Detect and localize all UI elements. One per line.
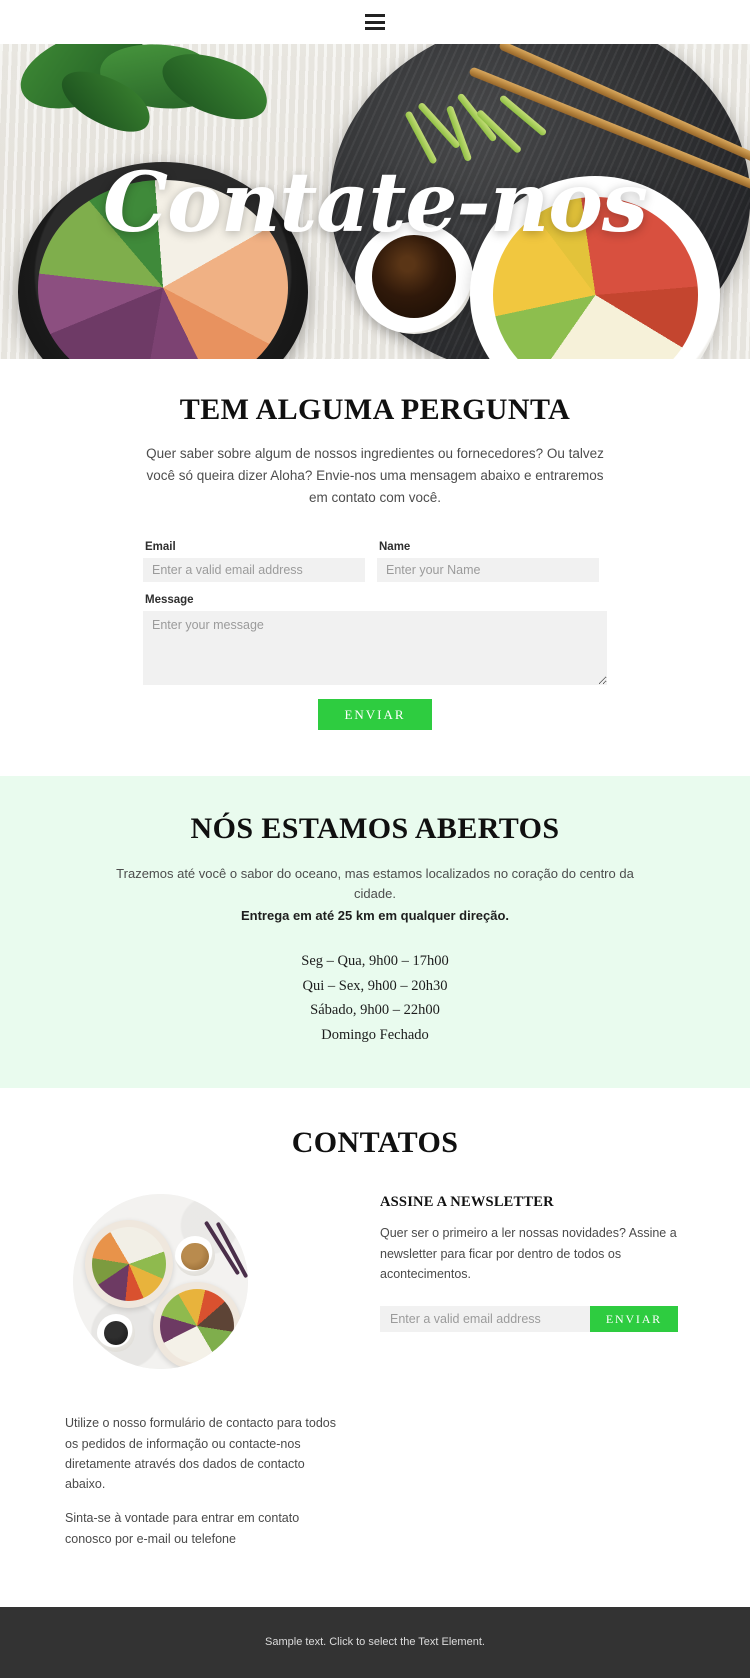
newsletter-description: Quer ser o primeiro a ler nossas novidad… [380,1226,677,1281]
hours-item: Qui – Sex, 9h00 – 20h30 [302,977,448,994]
question-section: TEM ALGUMA PERGUNTA Quer saber sobre alg… [0,359,750,777]
newsletter-submit-button[interactable]: ENVIAR [589,1306,678,1333]
email-label: Email [145,540,176,553]
open-heading: NÓS ESTAMOS ABERTOS [190,812,560,846]
contact-form: Email Name Message ENVIAR [143,541,607,731]
contacts-columns: Utilize o nosso formulário de contacto p… [65,1194,685,1563]
hamburger-menu-icon[interactable] [365,14,385,30]
name-input[interactable] [377,557,599,582]
page-root: Contate-nos TEM ALGUMA PERGUNTA Quer sab… [0,0,750,1678]
contact-submit-button[interactable]: ENVIAR [318,698,432,731]
name-field-group: Name [377,541,599,582]
contacts-left-column: Utilize o nosso formulário de contacto p… [65,1194,340,1563]
poke-bowls-photo [73,1194,248,1370]
newsletter-column: ASSINE A NEWSLETTER Quer ser o primeiro … [380,1194,685,1563]
question-heading: TEM ALGUMA PERGUNTA [179,393,571,426]
hours-item: Seg – Qua, 9h00 – 17h00 [301,952,449,969]
newsletter-email-input[interactable] [380,1306,590,1333]
monstera-leaf-icon [153,44,277,134]
poke-bowl [85,1220,173,1309]
footer-sample-text[interactable]: Sample text. Click to select the Text El… [265,1636,485,1648]
hero-title: Contate-nos [102,155,648,251]
email-field-group: Email [143,541,365,582]
submit-button-wrapper: ENVIAR [143,698,607,731]
form-row-email-name: Email Name [143,541,607,582]
hours-item: Sábado, 9h00 – 22h00 [310,1002,440,1019]
hamburger-bar [365,20,385,24]
page-footer: Sample text. Click to select the Text El… [0,1606,750,1678]
contacts-heading: CONTATOS [291,1126,459,1160]
name-label: Name [379,540,411,553]
hero-banner: Contate-nos [0,44,750,359]
contacts-paragraph-2: Sinta-se à vontade para entrar em contat… [65,1511,300,1546]
hours-list: Seg – Qua, 9h00 – 17h00 Qui – Sex, 9h00 … [0,949,750,1049]
hours-item: Domingo Fechado [321,1027,429,1044]
message-textarea[interactable] [143,610,607,685]
delivery-note: Entrega em até 25 km em qualquer direção… [240,908,510,924]
monstera-leaf-icon [52,57,160,145]
hamburger-bar [365,27,385,30]
newsletter-heading: ASSINE A NEWSLETTER [380,1194,554,1211]
contacts-section: CONTATOS Utilize o nosso formulário de c… [0,1088,750,1607]
hamburger-bar [365,14,385,17]
email-input[interactable] [143,557,365,582]
message-field-group: Message [143,594,607,685]
open-description: Trazemos até você o sabor do oceano, mas… [116,866,634,902]
message-label: Message [145,593,194,606]
question-lead-text: Quer saber sobre algum de nossos ingredi… [146,446,604,505]
poke-bowl [153,1282,241,1370]
top-navigation-bar [0,0,750,44]
newsletter-form: ENVIAR [380,1306,678,1333]
contacts-paragraph-1: Utilize o nosso formulário de contacto p… [65,1416,336,1492]
opening-hours-section: NÓS ESTAMOS ABERTOS Trazemos até você o … [0,776,750,1089]
